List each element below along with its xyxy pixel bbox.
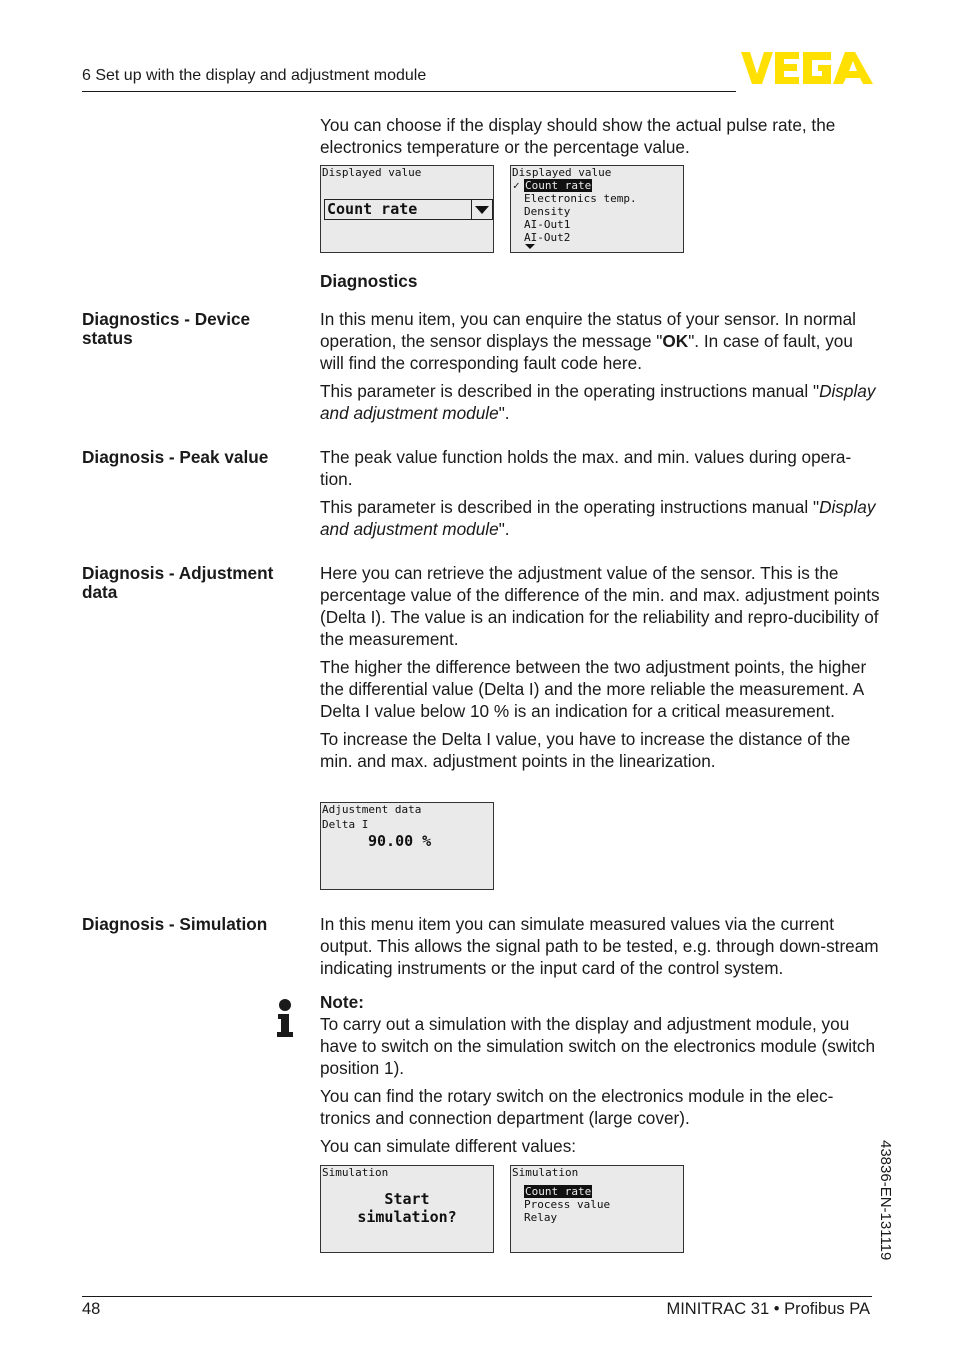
simulation-text: In this menu item you can simulate measu…: [320, 914, 879, 978]
note-text: To carry out a simulation with the displ…: [320, 1014, 876, 1078]
list-item-selected[interactable]: Count rate: [524, 1185, 593, 1198]
peak-value-text: The peak value function holds the max. a…: [320, 447, 876, 539]
product-name: MINITRAC 31 • Profibus PA: [666, 1300, 870, 1318]
displayed-value-dropdown[interactable]: Count rate: [324, 199, 493, 220]
intro-paragraph: You can choose if the display should sho…: [320, 115, 836, 157]
diagnostics-heading: Diagnostics: [320, 271, 418, 291]
label-simulation: Diagnosis - Simulation: [82, 914, 268, 934]
list-item[interactable]: Density: [524, 205, 570, 218]
footer-divider: [82, 1296, 872, 1297]
page-number: 48: [82, 1300, 101, 1318]
header-divider: [82, 91, 736, 92]
label-device-status: Diagnostics - Device status: [82, 309, 251, 348]
scroll-down-icon[interactable]: [525, 244, 535, 249]
lcd-title: Simulation: [512, 1166, 579, 1179]
note-title: Note:: [320, 992, 364, 1012]
check-icon: ✓: [513, 179, 520, 192]
list-item[interactable]: Electronics temp.: [524, 192, 637, 205]
document-id: 43836-EN-131119: [877, 1140, 894, 1261]
lcd-title: Displayed value: [512, 166, 612, 179]
section-header: 6 Set up with the display and adjustment…: [82, 67, 427, 84]
chevron-down-icon[interactable]: [471, 200, 492, 219]
lcd-start-simulation: Simulation Start simulation?: [320, 1165, 494, 1253]
start-simulation-prompt[interactable]: Start simulation?: [321, 1190, 493, 1226]
info-icon: [277, 999, 293, 1037]
list-item[interactable]: Process value: [524, 1198, 610, 1211]
lcd-title: Simulation: [322, 1166, 389, 1179]
vega-logo: [741, 52, 873, 84]
dropdown-value: Count rate: [327, 200, 418, 218]
label-peak-value: Diagnosis - Peak value: [82, 447, 269, 467]
list-item[interactable]: AI-Out2: [524, 231, 570, 244]
device-status-text: In this menu item, you can enquire the s…: [320, 309, 876, 423]
lcd-title: Displayed value: [322, 166, 422, 179]
lcd-adjustment-data: Adjustment data Delta I 90.00 %: [320, 802, 494, 890]
delta-i-value: 90.00 %: [368, 832, 432, 850]
adjustment-data-text: Here you can retrieve the adjustment val…: [320, 563, 880, 771]
list-item[interactable]: Relay: [524, 1211, 557, 1224]
list-item-selected[interactable]: Count rate: [524, 179, 593, 192]
label-adjustment-data: Diagnosis - Adjustment data: [82, 563, 274, 602]
note-block: Note: To carry out a simulation with the…: [320, 991, 880, 1163]
list-item[interactable]: AI-Out1: [524, 218, 570, 231]
lcd-simulation-menu: Simulation Count rate Process value Rela…: [510, 1165, 684, 1253]
lcd-subtitle: Delta I: [322, 818, 369, 831]
lcd-title: Adjustment data: [322, 803, 422, 816]
lcd-displayed-value-combo: Displayed value Count rate: [320, 165, 494, 253]
lcd-displayed-value-list: Displayed value ✓ Count rate Electronics…: [510, 165, 684, 253]
